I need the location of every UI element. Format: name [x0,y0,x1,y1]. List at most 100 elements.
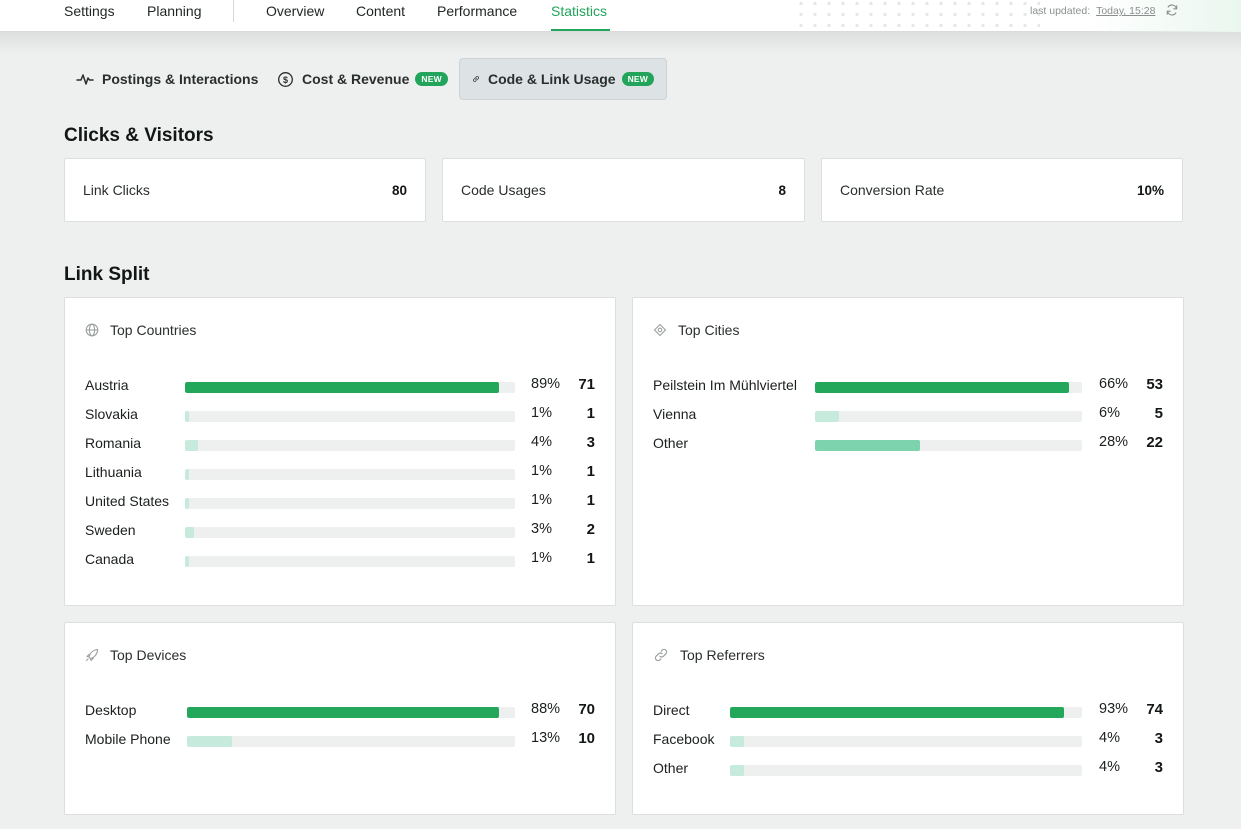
row-label: Facebook [653,731,715,747]
nav-settings[interactable]: Settings [64,3,115,19]
progress-track [185,498,515,509]
card-title: Top Countries [110,322,197,338]
clicks-visitors-heading: Clicks & Visitors [64,125,214,146]
split-row: Slovakia 1% 1 [65,405,615,425]
row-label: Mobile Phone [85,731,171,747]
split-row: Direct 93% 74 [633,701,1183,721]
row-label: Canada [85,551,135,567]
refresh-icon[interactable] [1165,3,1179,17]
new-badge: NEW [621,72,654,86]
row-count: 1 [586,463,595,480]
link-icon [473,76,479,82]
rocket-icon [85,648,99,662]
location-target-icon [653,323,667,337]
row-count: 10 [578,730,595,747]
split-row: Austria 89% 71 [65,376,615,396]
subtab-postings-interactions[interactable]: Postings & Interactions [64,58,270,100]
kpi-conversion-rate: Conversion Rate 10% [821,158,1183,222]
row-count: 71 [578,376,595,393]
progress-track [730,765,1082,776]
row-label: United States [85,493,170,509]
row-percentage: 6% [1099,405,1120,421]
card-title: Top Referrers [680,647,765,663]
row-percentage: 1% [531,405,552,421]
row-label: Direct [653,702,690,718]
row-count: 5 [1154,405,1163,422]
progress-fill [730,736,744,747]
card-header: Top Devices [85,647,186,663]
progress-fill [815,382,1069,393]
activity-pulse-icon [76,74,94,85]
progress-track [730,707,1082,718]
split-row: United States 1% 1 [65,492,615,512]
nav-statistics[interactable]: Statistics [551,3,607,19]
dollar-circle-icon: $ [278,71,293,87]
progress-fill [185,440,198,451]
kpi-value: 8 [778,182,786,198]
new-badge: NEW [415,72,448,86]
card-header: Top Cities [653,322,739,338]
nav-performance[interactable]: Performance [437,3,517,19]
progress-fill [187,736,232,747]
row-count: 1 [586,550,595,567]
split-row: Romania 4% 3 [65,434,615,454]
link-icon [654,648,668,662]
progress-track [185,556,515,567]
kpi-value: 10% [1136,182,1164,198]
split-row: Canada 1% 1 [65,550,615,570]
row-percentage: 4% [1099,730,1120,746]
subtab-postings-label: Postings & Interactions [102,71,259,87]
kpi-label: Link Clicks [83,182,150,198]
split-row: Facebook 4% 3 [633,730,1183,750]
progress-track [185,411,515,422]
split-row: Sweden 3% 2 [65,521,615,541]
progress-track [815,382,1082,393]
row-percentage: 89% [531,376,561,392]
progress-track [185,527,515,538]
nav-content[interactable]: Content [356,3,405,19]
progress-fill [185,411,189,422]
progress-fill [730,707,1064,718]
row-count: 22 [1146,434,1163,451]
kpi-label: Code Usages [461,182,546,198]
progress-track [185,440,515,451]
progress-track [185,469,515,480]
progress-track [815,440,1082,451]
progress-track [187,736,515,747]
top-nav-bar: Settings Planning Overview Content Performan… [0,0,1241,32]
progress-fill [730,765,744,776]
active-tab-underline [551,29,610,31]
row-count: 74 [1146,701,1163,718]
row-count: 2 [586,521,595,538]
progress-fill [185,556,189,567]
row-percentage: 4% [1099,759,1120,775]
progress-fill [187,707,499,718]
split-row: Peilstein Im Mühlviertel 66% 53 [633,376,1183,396]
split-row: Vienna 6% 5 [633,405,1183,425]
row-percentage: 1% [531,492,552,508]
row-label: Other [653,760,689,776]
nav-overview[interactable]: Overview [266,3,324,19]
last-updated-label: last updated: [1030,5,1091,17]
row-percentage: 88% [531,701,561,717]
row-count: 1 [586,405,595,422]
card-top-cities: Top Cities Peilstein Im Mühlviertel 66% 53… [632,297,1184,606]
kpi-value: 80 [391,182,407,198]
card-title: Top Devices [110,647,187,663]
subtab-code-link-usage[interactable]: Code & Link Usage NEW [459,58,667,100]
nav-divider [233,0,234,22]
card-top-countries: Top Countries Austria 89% 71 Slovakia 1% 1 Rom… [64,297,616,606]
progress-fill [185,527,194,538]
split-row: Other 4% 3 [633,759,1183,779]
row-percentage: 4% [531,434,552,450]
row-percentage: 1% [531,550,552,566]
last-updated-time[interactable]: Today, 15:28 [1096,5,1155,17]
row-label: Romania [85,435,142,451]
nav-planning[interactable]: Planning [147,3,202,19]
row-percentage: 93% [1099,701,1129,717]
progress-track [187,707,515,718]
svg-text:$: $ [283,75,288,85]
subtab-cost-revenue[interactable]: $ Cost & Revenue NEW [265,58,460,100]
row-count: 70 [578,701,595,718]
card-title: Top Cities [678,322,740,338]
